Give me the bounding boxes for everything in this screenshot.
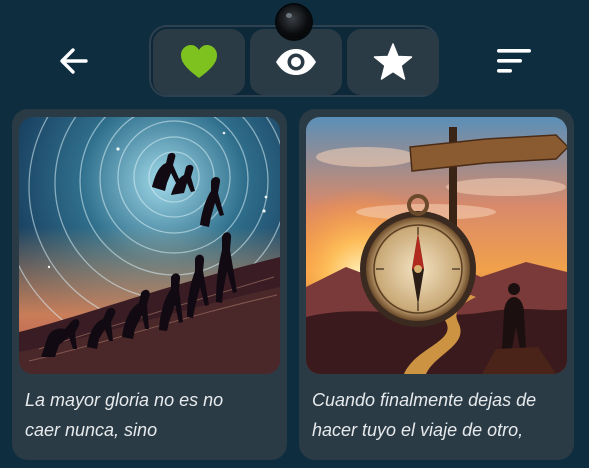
card-caption: Cuando finalmente dejas de hacer tuyo el…	[312, 390, 537, 440]
quote-card[interactable]: La mayor gloria no es no caer nunca, sin…	[12, 109, 287, 460]
sort-lines-icon	[497, 49, 531, 73]
card-illustration	[306, 117, 567, 374]
tab-viewed[interactable]	[250, 29, 342, 95]
back-button[interactable]	[48, 36, 100, 86]
front-camera	[277, 5, 311, 39]
tab-favorites[interactable]	[153, 29, 245, 95]
star-icon	[373, 43, 413, 80]
card-caption: La mayor gloria no es no caer nunca, sin…	[25, 390, 224, 440]
card-illustration	[19, 117, 280, 374]
heart-icon	[181, 45, 217, 78]
arrow-left-icon	[60, 48, 88, 74]
sort-button[interactable]	[488, 36, 540, 86]
tab-starred[interactable]	[347, 29, 439, 95]
quote-card[interactable]: Cuando finalmente dejas de hacer tuyo el…	[299, 109, 574, 460]
eye-icon	[276, 49, 316, 75]
